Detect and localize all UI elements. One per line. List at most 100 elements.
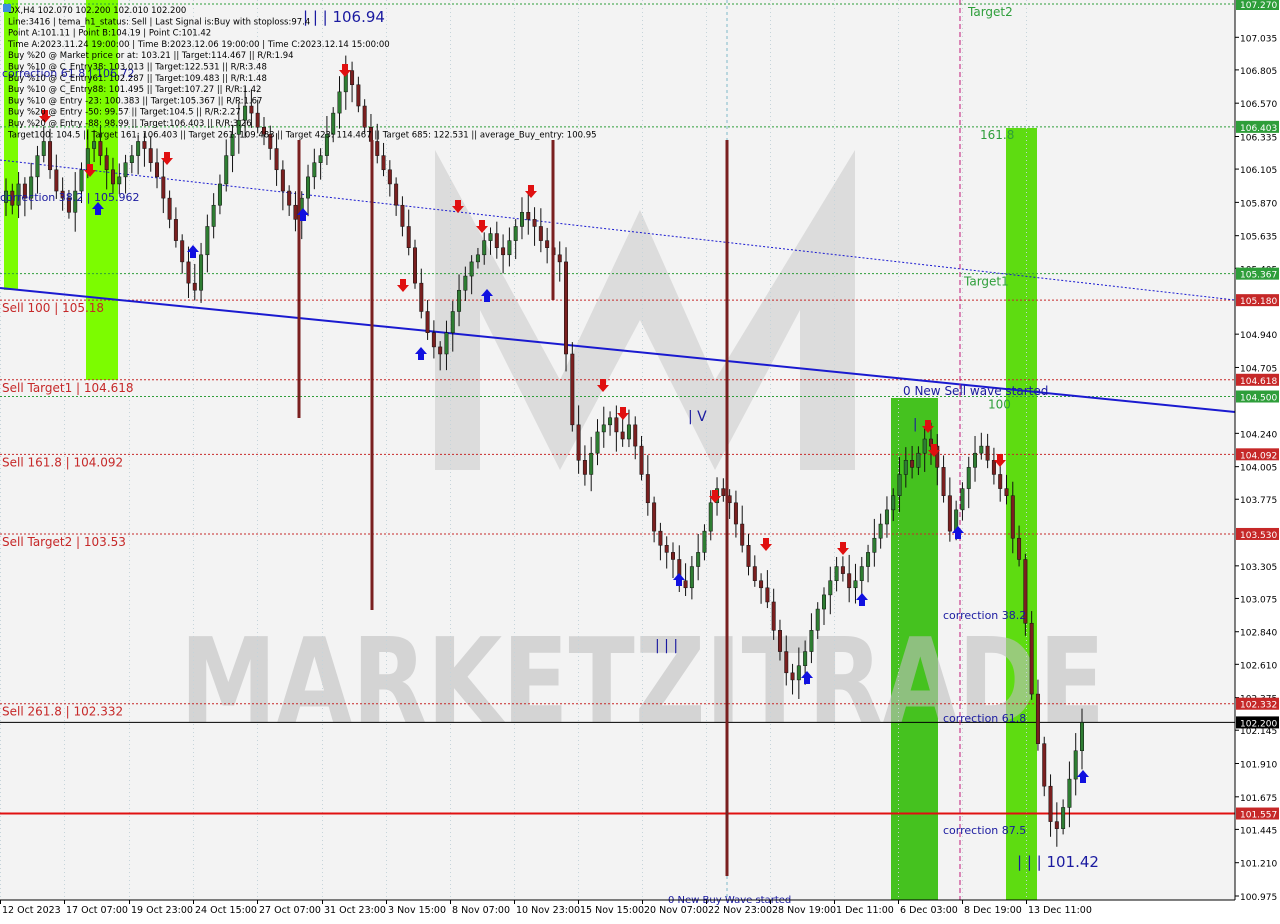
price-tick-label: 101.210 — [1240, 860, 1277, 870]
candle-body — [463, 275, 468, 291]
candle-body — [104, 155, 109, 171]
candle-body — [287, 190, 292, 206]
time-tick-label: 19 Oct 23:00 — [131, 905, 193, 916]
candle-body — [903, 460, 908, 475]
candle-body — [752, 566, 757, 581]
candle-body — [1061, 807, 1066, 829]
candle-body — [419, 282, 424, 312]
candle-body — [136, 141, 141, 156]
candle-body — [482, 240, 487, 256]
price-tick-label: 106.805 — [1240, 67, 1277, 77]
price-tick-label: 102.840 — [1240, 629, 1277, 639]
candle-body — [1017, 537, 1022, 560]
candle-body — [199, 254, 204, 291]
symbol-icon — [3, 4, 11, 12]
candle-body — [809, 630, 814, 652]
candle-body — [658, 530, 663, 546]
candle-body — [425, 311, 430, 333]
candle-body — [394, 183, 399, 206]
candle-body — [501, 247, 506, 256]
info-line: Buy %20 @ Entry -50: 99.57 || Target:104… — [8, 108, 241, 118]
info-line: Buy %10 @ C_Entry88: 101.495 || Target:1… — [8, 85, 261, 95]
sell-wave-label: 0 New Sell wave started — [903, 384, 1048, 398]
price-badge-label: 107.270 — [1240, 1, 1277, 11]
candle-body — [438, 346, 443, 355]
level-label: Sell 100 | 105.18 — [2, 301, 104, 315]
candle-body — [803, 651, 808, 666]
candle-body — [878, 523, 883, 539]
candle-body — [815, 608, 820, 631]
candle-body — [161, 176, 166, 199]
candle-body — [337, 91, 342, 114]
time-tick-label: 31 Oct 23:00 — [324, 905, 386, 916]
price-tick-label: 106.335 — [1240, 133, 1277, 143]
price-badge-label: 102.200 — [1240, 719, 1277, 729]
candle-body — [652, 502, 657, 532]
candle-body — [916, 452, 921, 468]
price-badge-label: 105.367 — [1240, 271, 1277, 281]
candle-body — [148, 148, 153, 163]
time-tick-label: 8 Dec 19:00 — [964, 905, 1022, 916]
correction-label: correction 38.2 — [943, 609, 1026, 622]
price-tick-label: 102.610 — [1240, 661, 1277, 671]
candle-body — [375, 141, 380, 156]
info-line: Line:3416 | tema_h1_status: Sell | Last … — [8, 17, 310, 27]
candle-body — [167, 197, 172, 220]
time-tick-label: 12 Oct 2023 — [2, 905, 61, 916]
candle-body — [872, 537, 877, 553]
candle-body — [759, 580, 764, 589]
price-tick-label: 105.870 — [1240, 199, 1277, 209]
price-badge-label: 104.618 — [1240, 377, 1277, 387]
candle-body — [645, 474, 650, 504]
level-label: Target2 — [967, 5, 1013, 19]
candle-body — [400, 204, 405, 227]
candle-body — [671, 552, 675, 560]
candle-body — [576, 424, 581, 461]
candle-body — [1029, 622, 1034, 695]
candle-body — [224, 155, 229, 185]
candle-body — [626, 424, 631, 440]
wave-label: | — [913, 417, 917, 432]
info-line: Buy %20 @ Entry -88: 98.99 || Target:106… — [8, 119, 252, 129]
candle-body — [985, 445, 990, 461]
wave-label: | | | — [655, 638, 678, 654]
candle-body — [891, 495, 896, 511]
candle-body — [840, 566, 845, 574]
candle-body — [777, 630, 782, 652]
candle-body — [941, 467, 946, 496]
candle-body — [796, 665, 801, 681]
price-tick-label: 105.635 — [1240, 233, 1277, 243]
candle-body — [733, 502, 738, 525]
candle-body — [48, 141, 53, 171]
time-tick-label: 22 Nov 23:00 — [708, 905, 772, 916]
price-tick-label: 104.940 — [1240, 331, 1277, 341]
candle-body — [381, 155, 386, 171]
candle-body — [312, 162, 317, 178]
time-tick-label: 10 Nov 23:00 — [516, 905, 580, 916]
candle-body — [966, 467, 971, 489]
time-tick-label: 8 Nov 07:00 — [452, 905, 510, 916]
buy-zone-highlight — [1006, 128, 1037, 900]
candle-body — [765, 587, 770, 603]
candle-body — [306, 176, 311, 199]
candle-body — [488, 233, 493, 241]
info-line: Buy %10 @ Entry -23: 100.383 || Target:1… — [8, 96, 262, 106]
time-axis-ticks: 12 Oct 2023 17 Oct 07:00 19 Oct 23:00 24 Oc… — [0, 900, 1092, 916]
candle-body — [973, 452, 978, 468]
candle-body — [1054, 821, 1059, 829]
price-tick-label: 101.445 — [1240, 826, 1277, 836]
candle-body — [79, 169, 84, 192]
price-tick-label: 103.775 — [1240, 496, 1277, 506]
candle-body — [784, 651, 789, 674]
candle-body — [866, 552, 871, 567]
candle-body — [601, 424, 606, 433]
wave-label: | | | 101.42 — [1017, 853, 1099, 871]
price-badge-label: 104.500 — [1240, 394, 1277, 404]
time-tick-label: 3 Nov 15:00 — [388, 905, 446, 916]
candle-body — [350, 70, 355, 86]
correction-label: correction 87.5 — [943, 824, 1026, 837]
candle-body — [1048, 785, 1053, 822]
candle-body — [620, 431, 625, 440]
candle-body — [1067, 778, 1072, 808]
candle-body — [828, 580, 833, 596]
